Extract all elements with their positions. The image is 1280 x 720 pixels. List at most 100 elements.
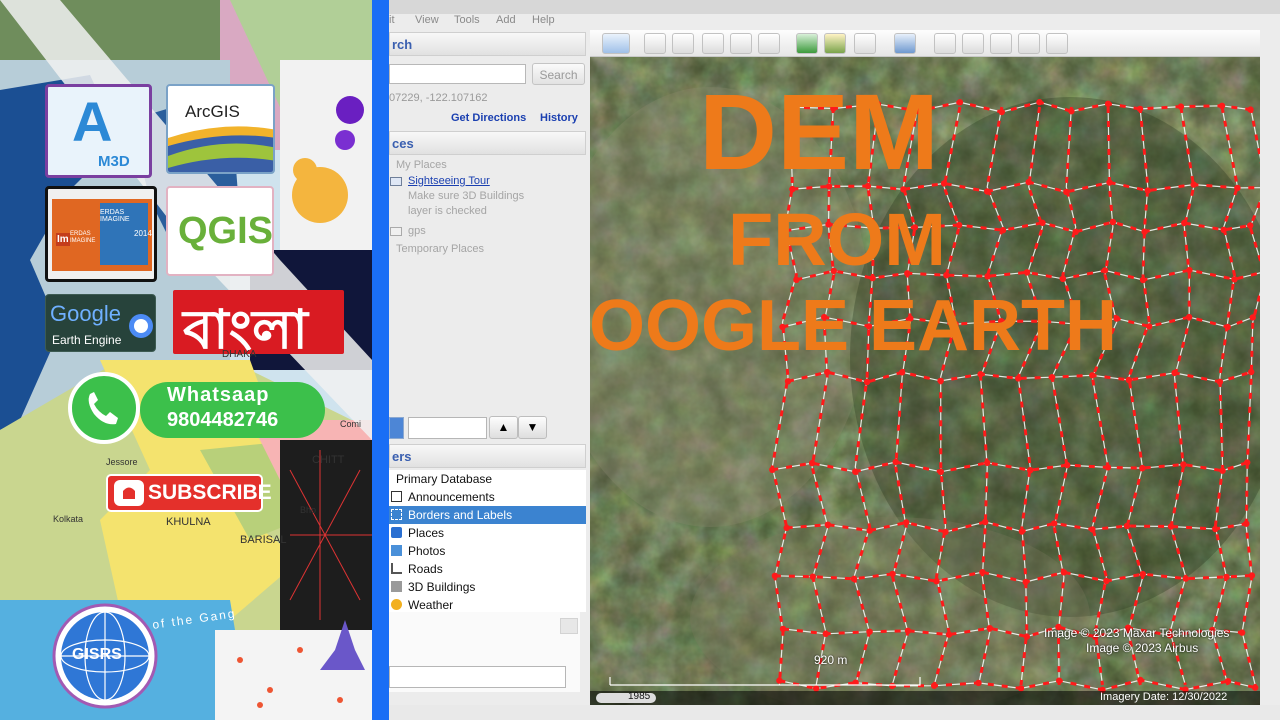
layer-label: Photos [408,544,446,558]
gisrs-text: GISRS [72,646,122,663]
places-item-gps[interactable]: gps [408,225,426,237]
gisrs-logo: GISRS [50,602,160,710]
record-tour-icon[interactable] [758,33,780,54]
sidebar: rch Search 07229, -122.107162 Get Direct… [389,30,589,720]
lower-panel [389,612,580,692]
menu-item-edit[interactable]: it [389,14,395,26]
history-link[interactable]: History [540,112,578,124]
move-down-button[interactable]: ▼ [518,416,547,439]
borders-icon [391,509,402,520]
layer-photos[interactable]: Photos [389,542,586,560]
window-bottom-edge [389,705,1280,720]
title-dem: DEM [699,71,939,192]
gee-google: Google [50,301,121,326]
folder-icon [390,177,402,186]
layer-label: Primary Database [396,472,493,486]
historical-imagery-icon[interactable] [796,33,818,54]
map-label-bho: Bho [300,505,317,515]
save-image-icon[interactable] [990,33,1012,54]
earth-gallery-icon[interactable] [1046,33,1068,54]
view-in-maps-icon[interactable] [1018,33,1040,54]
add-path-icon[interactable] [702,33,724,54]
autodesk-letter: A [72,90,113,153]
layer-places[interactable]: Places [389,524,586,542]
map-view[interactable]: DEM FROM GOOGLE EARTH Image © 2023 Maxar… [590,57,1260,705]
window-top-bar [389,0,1280,14]
places-view-button[interactable] [389,417,404,439]
qgis-text: QGIS [178,210,274,252]
layer-roads[interactable]: Roads [389,560,586,578]
status-bar: 1985 Imagery Date: 12/30/2022 [590,691,1260,705]
photos-icon [391,545,402,556]
erdas-logo: Im ERDAS IMAGINE ERDAS IMAGINE 2014 [45,186,157,282]
erdas-brand: ERDAS IMAGINE [100,209,130,223]
email-icon[interactable] [934,33,956,54]
layer-label: Borders and Labels [408,508,513,522]
whatsapp-number: 9804482746 [167,409,279,431]
imagery-date: Imagery Date: 12/30/2022 [1100,691,1228,703]
ruler-icon[interactable] [894,33,916,54]
menu-item-view[interactable]: View [415,14,439,26]
places-item-note-1: Make sure 3D Buildings [408,190,525,202]
add-polygon-icon[interactable] [672,33,694,54]
layer-label: Places [408,526,445,540]
buildings-icon [391,581,402,592]
layer-3d-buildings[interactable]: 3D Buildings [389,578,586,596]
planets-icon[interactable] [854,33,876,54]
envelope-icon [391,491,402,502]
layer-announcements[interactable]: Announcements [389,488,586,506]
arcgis-swoosh [168,126,273,172]
places-item-my-places[interactable]: My Places [396,159,447,171]
print-icon[interactable] [962,33,984,54]
arcgis-logo: ArcGIS [166,84,275,174]
map-toolbar [590,30,1260,57]
close-icon[interactable] [560,618,578,634]
menu-bar: it View Tools Add Help [389,14,1259,30]
search-input[interactable] [389,64,526,84]
places-item-temporary[interactable]: Temporary Places [396,243,484,255]
map-label-jessore: Jessore [106,457,138,467]
layers-tree: Primary Database Announcements Borders a… [389,470,586,612]
places-filter-input[interactable] [408,417,487,439]
places-item-sightseeing[interactable]: Sightseeing Tour [408,175,490,187]
erdas-version: 2014 [134,229,152,238]
search-button[interactable]: Search [532,63,585,85]
whatsapp-badge[interactable]: Whatsaap 9804482746 [60,372,325,444]
sun-icon [391,599,402,610]
sidebar-toggle-icon[interactable] [602,33,630,54]
get-directions-link[interactable]: Get Directions [451,112,526,124]
menu-item-tools[interactable]: Tools [454,14,480,26]
earth-engine-logo: Google Earth Engine [45,294,156,352]
subscribe-button[interactable]: SUBSCRIBE [106,474,272,512]
gee-globe-icon [129,314,153,338]
map-label-chitt: CHITT [312,454,345,466]
erdas-mark: Im [56,233,70,246]
folder-icon [390,227,402,236]
blue-divider [372,0,389,720]
promo-collage: A M3D ArcGIS Im ERDAS IMAGINE ERDAS IMAG… [0,0,372,720]
qgis-logo: QGIS [166,186,274,276]
lower-panel-input[interactable] [389,666,566,688]
menu-item-add[interactable]: Add [496,14,516,26]
move-up-button[interactable]: ▲ [489,416,518,439]
layers-panel-header[interactable]: ers [389,444,586,468]
layer-label: Roads [408,562,443,576]
map-label-dhaka: DHAKA [222,349,257,360]
places-panel-header[interactable]: ces [389,131,586,155]
add-overlay-icon[interactable] [730,33,752,54]
gee-engine: Earth Engine [52,333,122,347]
search-panel-header[interactable]: rch [389,32,586,56]
imagery-credit-airbus: Image © 2023 Airbus [1086,641,1199,655]
layer-label: Weather [408,598,454,612]
places-item-note-2: layer is checked [408,205,487,217]
map-label-barisal: BARISAL [240,534,287,546]
menu-item-help[interactable]: Help [532,14,555,26]
bangla-logo: বাংলা [173,290,344,354]
layer-borders-labels[interactable]: Borders and Labels [389,506,586,524]
layer-primary-database[interactable]: Primary Database [389,470,586,488]
add-placemark-icon[interactable] [644,33,666,54]
places-tree: My Places Sightseeing Tour Make sure 3D … [389,157,586,415]
imagery-credit-maxar: Image © 2023 Maxar Technologies [1044,626,1230,640]
autodesk-sub: M3D [98,153,130,170]
sunlight-icon[interactable] [824,33,846,54]
